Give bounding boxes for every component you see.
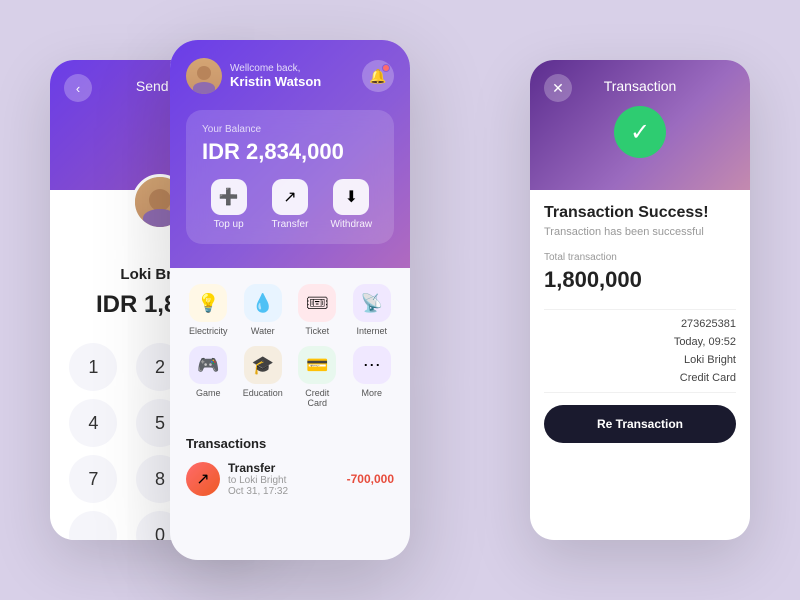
transfer-icon: ↗ bbox=[283, 187, 296, 207]
topup-icon-wrap: ➕ bbox=[211, 179, 247, 215]
welcome-row: Wellcome back, Kristin Watson 🔔 bbox=[186, 58, 394, 94]
transfer-icon-wrap: ↗ bbox=[272, 179, 308, 215]
education-icon: 🎓 bbox=[244, 346, 282, 384]
num-1[interactable]: 1 bbox=[69, 343, 117, 391]
more-icon: ⋯ bbox=[353, 346, 391, 384]
balance-actions: ➕ Top up ↗ Transfer ⬇ Withd bbox=[202, 179, 378, 230]
topup-label: Top up bbox=[214, 219, 244, 230]
welcome-left: Wellcome back, Kristin Watson bbox=[186, 58, 321, 94]
total-amount: 1,800,000 bbox=[544, 267, 736, 293]
ticket-icon: 🎟 bbox=[298, 284, 336, 322]
internet-label: Internet bbox=[356, 326, 387, 336]
transfer-label: Transfer bbox=[272, 219, 309, 230]
detail-row-id: 273625381 bbox=[544, 318, 736, 330]
balance-card: Your Balance IDR 2,834,000 ➕ Top up ↗ Tr… bbox=[186, 110, 394, 244]
detail-id: 273625381 bbox=[681, 318, 736, 330]
detail-row-name: Loki Bright bbox=[544, 354, 736, 366]
transaction-header: ✕ Transaction ✓ bbox=[530, 60, 750, 190]
ticket-label: Ticket bbox=[305, 326, 329, 336]
credit-card-icon: 💳 bbox=[298, 346, 336, 384]
game-icon: 🎮 bbox=[189, 346, 227, 384]
detail-method: Credit Card bbox=[680, 372, 736, 384]
transaction-amount: -700,000 bbox=[347, 472, 394, 486]
user-avatar bbox=[186, 58, 222, 94]
water-label: Water bbox=[251, 326, 275, 336]
cards-container: ‹ Send to Loki Bright IDR 1,800,0 1 2 3 … bbox=[50, 40, 750, 560]
transaction-avatar: ↗ bbox=[186, 462, 220, 496]
notification-dot bbox=[382, 64, 390, 72]
game-label: Game bbox=[196, 388, 221, 398]
transfer-button[interactable]: ↗ Transfer bbox=[263, 179, 316, 230]
transaction-sub: to Loki Bright bbox=[228, 475, 339, 486]
success-title: Transaction Success! bbox=[544, 204, 736, 222]
service-water[interactable]: 💧 Water bbox=[241, 284, 286, 336]
transaction-card: ✕ Transaction ✓ Transaction Success! Tra… bbox=[530, 60, 750, 540]
detail-date: Today, 09:52 bbox=[674, 336, 736, 348]
welcome-sub: Wellcome back, bbox=[230, 63, 321, 74]
notification-bell[interactable]: 🔔 bbox=[362, 60, 394, 92]
service-more[interactable]: ⋯ More bbox=[350, 346, 395, 408]
withdraw-button[interactable]: ⬇ Withdraw bbox=[325, 179, 378, 230]
service-electricity[interactable]: 💡 Electricity bbox=[186, 284, 231, 336]
success-sub: Transaction has been successful bbox=[544, 226, 736, 238]
num-7[interactable]: 7 bbox=[69, 455, 117, 503]
transaction-title: Transaction bbox=[604, 78, 677, 94]
education-label: Education bbox=[243, 388, 283, 398]
services-section: 💡 Electricity 💧 Water 🎟 Ticket 📡 Interne… bbox=[170, 268, 410, 436]
close-button[interactable]: ✕ bbox=[544, 74, 572, 102]
transactions-title: Transactions bbox=[186, 436, 394, 451]
detail-row-date: Today, 09:52 bbox=[544, 336, 736, 348]
services-grid: 💡 Electricity 💧 Water 🎟 Ticket 📡 Interne… bbox=[186, 284, 394, 408]
transaction-name: Transfer bbox=[228, 461, 339, 475]
dashboard-header: Wellcome back, Kristin Watson 🔔 Your Bal… bbox=[170, 40, 410, 268]
user-name: Kristin Watson bbox=[230, 74, 321, 89]
service-education[interactable]: 🎓 Education bbox=[241, 346, 286, 408]
withdraw-label: Withdraw bbox=[330, 219, 372, 230]
divider-1 bbox=[544, 309, 736, 310]
service-ticket[interactable]: 🎟 Ticket bbox=[295, 284, 340, 336]
transaction-item[interactable]: ↗ Transfer to Loki Bright Oct 31, 17:32 … bbox=[186, 461, 394, 497]
divider-2 bbox=[544, 392, 736, 393]
balance-amount: IDR 2,834,000 bbox=[202, 139, 378, 165]
service-game[interactable]: 🎮 Game bbox=[186, 346, 231, 408]
total-label: Total transaction bbox=[544, 252, 736, 263]
plus-icon: ➕ bbox=[219, 187, 239, 207]
num-empty bbox=[69, 511, 117, 540]
withdraw-icon-wrap: ⬇ bbox=[333, 179, 369, 215]
topup-button[interactable]: ➕ Top up bbox=[202, 179, 255, 230]
withdraw-icon: ⬇ bbox=[345, 187, 358, 207]
num-4[interactable]: 4 bbox=[69, 399, 117, 447]
detail-name: Loki Bright bbox=[684, 354, 736, 366]
internet-icon: 📡 bbox=[353, 284, 391, 322]
balance-label: Your Balance bbox=[202, 124, 378, 135]
welcome-text: Wellcome back, Kristin Watson bbox=[230, 63, 321, 89]
detail-row-method: Credit Card bbox=[544, 372, 736, 384]
electricity-icon: 💡 bbox=[189, 284, 227, 322]
service-internet[interactable]: 📡 Internet bbox=[350, 284, 395, 336]
more-label: More bbox=[361, 388, 382, 398]
transaction-body: Transaction Success! Transaction has bee… bbox=[530, 190, 750, 469]
credit-card-label: Credit Card bbox=[295, 388, 340, 408]
transaction-info: Transfer to Loki Bright Oct 31, 17:32 bbox=[228, 461, 339, 497]
success-icon: ✓ bbox=[614, 106, 666, 158]
electricity-label: Electricity bbox=[189, 326, 228, 336]
transactions-section: Transactions ↗ Transfer to Loki Bright O… bbox=[170, 436, 410, 497]
avatar-inner bbox=[186, 58, 222, 94]
dashboard-card: Wellcome back, Kristin Watson 🔔 Your Bal… bbox=[170, 40, 410, 560]
back-button[interactable]: ‹ bbox=[64, 74, 92, 102]
water-icon: 💧 bbox=[244, 284, 282, 322]
service-credit-card[interactable]: 💳 Credit Card bbox=[295, 346, 340, 408]
transaction-date: Oct 31, 17:32 bbox=[228, 486, 339, 497]
re-transaction-button[interactable]: Re Transaction bbox=[544, 405, 736, 443]
